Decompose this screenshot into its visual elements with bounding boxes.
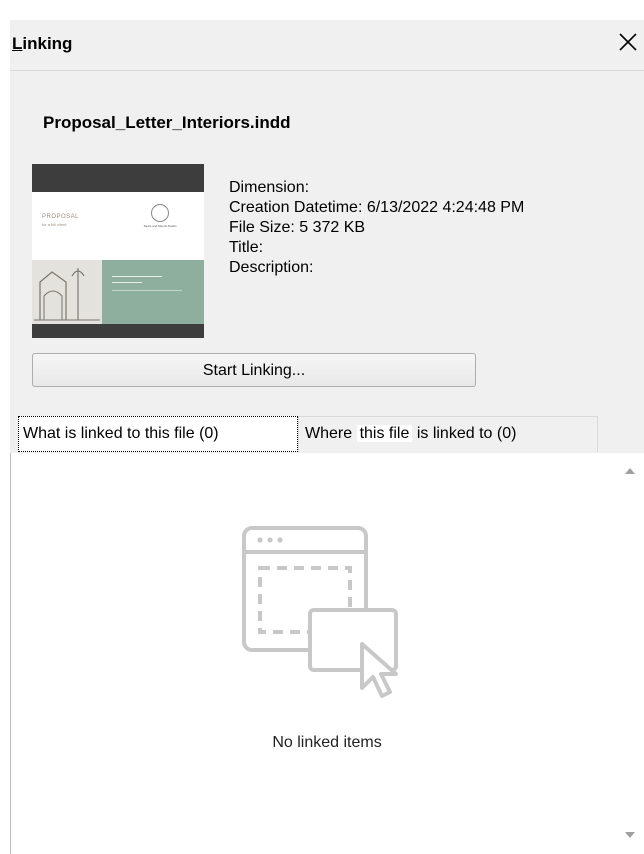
file-properties: Dimension: Creation Datetime: 6/13/2022 …: [229, 178, 524, 278]
tab-what-is-linked[interactable]: What is linked to this file (0): [18, 416, 298, 452]
tab-where-linked-label-b: this file: [356, 425, 413, 442]
tab-where-linked-label-a: Where: [305, 425, 357, 442]
tab-where-linked[interactable]: Where this file is linked to (0): [298, 416, 598, 452]
file-name: Proposal_Letter_Interiors.indd: [43, 113, 291, 132]
panel-title: Linking: [12, 34, 72, 54]
thumbnail-text-line: [112, 282, 142, 283]
thumbnail-sketch-image: [32, 260, 102, 324]
thumbnail-text-line: [112, 276, 162, 277]
property-title: Title:: [229, 239, 264, 256]
property-file-size: File Size: 5 372 KB: [229, 219, 366, 236]
tab-where-linked-label-c: is linked to (0): [412, 425, 517, 442]
scroll-up-arrow-icon[interactable]: [620, 464, 640, 478]
thumbnail-seal-icon: [151, 204, 169, 222]
thumbnail-text-line: [112, 290, 182, 291]
thumbnail-brand-text: PROPOSAL: [42, 214, 80, 220]
close-icon[interactable]: [616, 30, 640, 54]
title-text: inking: [22, 34, 73, 53]
property-dimension: Dimension:: [229, 179, 310, 196]
title-accelerator: L: [12, 34, 23, 53]
linking-panel: Linking Proposal_Letter_Interiors.indd P…: [10, 20, 644, 854]
thumbnail-accent-block: [102, 260, 204, 324]
linked-window-cursor-icon: [242, 526, 398, 698]
property-creation-datetime: Creation Datetime: 6/13/2022 4:24:48 PM: [229, 199, 525, 216]
property-description: Description:: [229, 259, 314, 276]
panel-titlebar: Linking: [10, 20, 644, 71]
scroll-down-arrow-icon[interactable]: [620, 828, 640, 842]
architecture-sketch-icon: [34, 268, 100, 321]
thumbnail-brand-subtext: for a bill client: [42, 222, 67, 227]
thumbnail-seal-text: Sears and Meeds Studio: [143, 224, 177, 228]
file-thumbnail: PROPOSAL for a bill client Sears and Mee…: [32, 164, 204, 338]
start-linking-button[interactable]: Start Linking...: [32, 353, 476, 387]
empty-state-message: No linked items: [272, 734, 382, 751]
